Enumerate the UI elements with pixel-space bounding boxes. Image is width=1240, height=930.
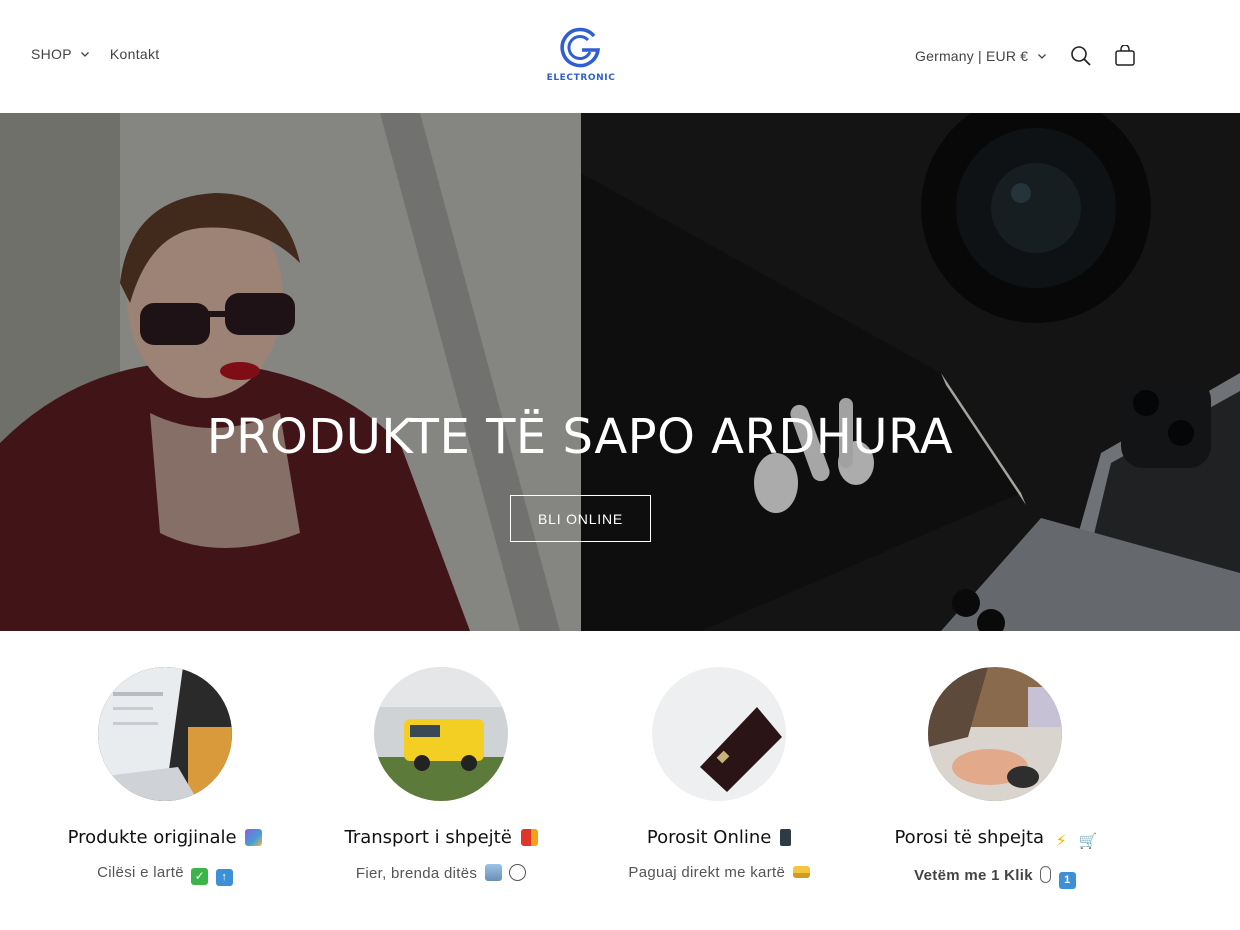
shop-online-button[interactable]: BLI ONLINE	[510, 495, 651, 542]
feature-subtitle: Paguaj direkt me kartë	[584, 864, 854, 881]
lightning-icon: ⚡	[1055, 831, 1067, 850]
buildings-icon	[484, 864, 502, 881]
keycap-one-icon: 1	[1058, 872, 1076, 889]
feature-subtitle: Cilësi e lartë ✓ ↑	[30, 864, 300, 886]
site-logo[interactable]: ELECTRONIC	[540, 26, 622, 88]
shopping-cart-icon: 🛒	[1078, 832, 1098, 850]
main-nav: SHOP Kontakt	[31, 46, 159, 62]
locale-label: Germany | EUR €	[915, 48, 1029, 64]
feature-original-products: Produkte origjinale Cilësi e lartë ✓ ↑	[30, 667, 300, 886]
credit-card-image	[652, 667, 786, 801]
feature-title: Transport i shpejtë	[306, 827, 576, 848]
feature-subtitle: Vetëm me 1 Klik 1	[860, 866, 1130, 889]
stopwatch-icon	[509, 864, 527, 881]
computer-mouse-icon	[1040, 866, 1052, 883]
feature-title: Porosit Online	[584, 827, 854, 848]
check-mark-icon: ✓	[191, 868, 209, 885]
feature-title: Produkte origjinale	[30, 827, 300, 848]
credit-card-icon	[792, 866, 810, 878]
feature-fast-transport: Transport i shpejtë Fier, brenda ditës	[306, 667, 576, 882]
logo-text: ELECTRONIC	[546, 73, 616, 83]
chevron-down-icon	[80, 52, 89, 57]
nav-shop-label: SHOP	[31, 46, 72, 62]
nav-shop[interactable]: SHOP	[31, 46, 90, 62]
site-header: SHOP Kontakt ELECTRONIC Germany | EUR €	[0, 0, 1240, 113]
yellow-van-image	[374, 667, 508, 801]
search-button[interactable]	[1066, 41, 1096, 71]
feature-order-online: Porosit Online Paguaj direkt me kartë	[584, 667, 854, 881]
nav-kontakt-label: Kontakt	[109, 46, 160, 62]
hero-banner: PRODUKTE TË SAPO ARDHURA BLI ONLINE	[0, 113, 1240, 631]
nav-kontakt[interactable]: Kontakt	[110, 46, 160, 62]
top-arrow-icon: ↑	[215, 869, 233, 886]
features-section: Produkte origjinale Cilësi e lartë ✓ ↑ T…	[0, 631, 1240, 930]
laptop-image	[98, 667, 232, 801]
cart-button[interactable]	[1110, 41, 1140, 71]
hero-title: PRODUKTE TË SAPO ARDHURA	[206, 409, 954, 465]
shopping-bags-icon	[245, 829, 263, 846]
logo-mark-icon	[560, 27, 601, 68]
search-icon	[1071, 46, 1091, 66]
delivery-truck-icon	[520, 829, 538, 846]
cart-icon	[1115, 45, 1135, 66]
feature-subtitle: Fier, brenda ditës	[306, 864, 576, 882]
mouse-hand-image	[928, 667, 1062, 801]
mobile-phone-icon	[780, 829, 792, 846]
feature-title: Porosi të shpejta ⚡ 🛒	[894, 827, 1098, 850]
chevron-down-icon	[1038, 54, 1047, 59]
hero-overlay	[0, 113, 1240, 631]
feature-fast-orders: Porosi të shpejta ⚡ 🛒 Vetëm me 1 Klik 1	[860, 667, 1130, 889]
locale-selector[interactable]: Germany | EUR €	[915, 48, 1047, 64]
header-actions: Germany | EUR €	[915, 40, 1140, 72]
